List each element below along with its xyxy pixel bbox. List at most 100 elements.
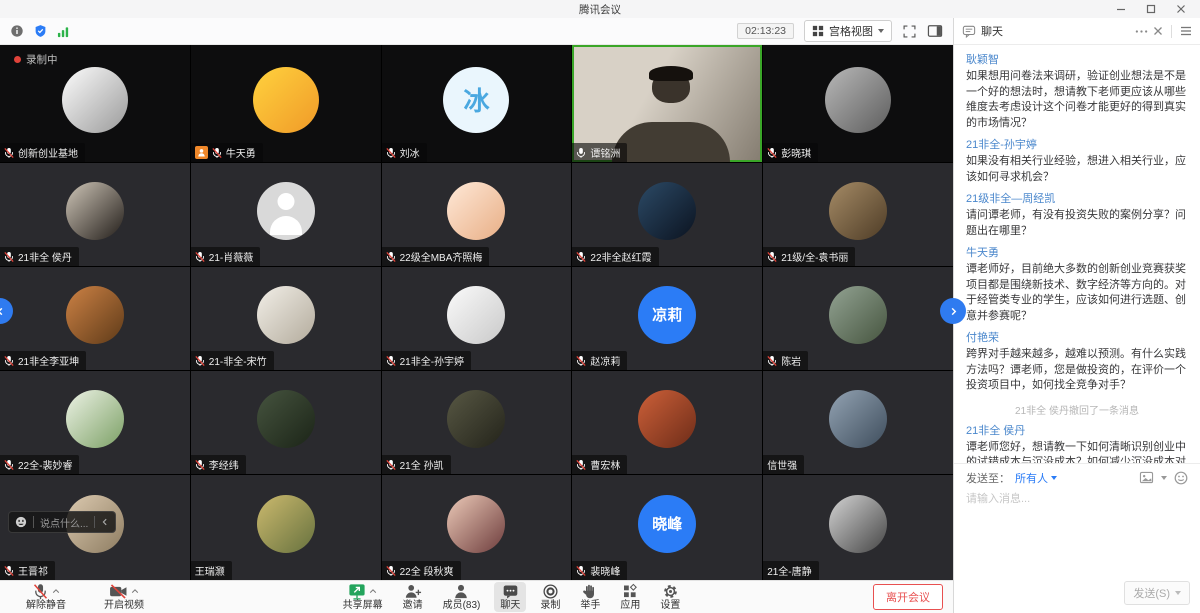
participant-tile[interactable]: 王瑞灏 (191, 475, 381, 580)
screenshot-icon[interactable] (1139, 471, 1154, 484)
participant-avatar (62, 67, 128, 133)
participant-tile[interactable]: 21级/全-袁书丽 (763, 163, 953, 266)
chat-message-input[interactable] (954, 491, 1200, 507)
participant-avatar (257, 390, 315, 448)
close-window-button[interactable] (1166, 0, 1196, 18)
invite-button[interactable]: 邀请 (397, 582, 429, 613)
participant-name: 创新创业基地 (18, 145, 78, 160)
mic-status-icon (576, 147, 586, 159)
participant-label: 22级全MBA齐照梅 (382, 247, 490, 266)
participant-avatar (447, 286, 505, 344)
meeting-timer: 02:13:23 (737, 23, 794, 39)
participant-tile[interactable]: 22全 段秋爽 (382, 475, 572, 580)
unmute-button[interactable]: 解除静音 (20, 582, 72, 613)
quick-chat-bubble[interactable]: 说点什么... (8, 511, 116, 533)
view-mode-button[interactable]: 宫格视图 (804, 20, 892, 42)
participant-tile[interactable]: 曹宏林 (572, 371, 762, 474)
chat-panel-header: 聊天 (954, 18, 1200, 45)
participant-tile[interactable]: 21全 孙凯 (382, 371, 572, 474)
participant-tile[interactable]: 22级全MBA齐照梅 (382, 163, 572, 266)
participant-label: 21非全-孙宇婷 (382, 351, 471, 370)
grid-view-icon (812, 25, 824, 37)
members-button[interactable]: 成员(83) (437, 582, 487, 613)
mic-status-icon (4, 355, 14, 367)
chat-button[interactable]: 聊天 (494, 582, 526, 613)
participant-tile[interactable]: 谭铭洲 (572, 45, 762, 162)
mic-status-icon (4, 459, 14, 471)
participant-tile[interactable]: 晓峰 裴晓峰 (572, 475, 762, 580)
meeting-info-icon[interactable] (10, 24, 24, 38)
collapse-chevron-icon[interactable] (101, 518, 109, 526)
participant-avatar (257, 286, 315, 344)
chat-close-icon[interactable] (1153, 26, 1163, 36)
chat-more-options-icon[interactable] (1135, 29, 1148, 34)
divider (33, 516, 34, 528)
participant-label: 21-非全-宋竹 (191, 351, 274, 370)
emoji-picker-icon[interactable] (1174, 471, 1188, 485)
participant-label: 22非全赵红霞 (572, 247, 658, 266)
participant-label: 王瑞灏 (191, 561, 232, 580)
participant-tile[interactable]: 21非全-孙宇婷 (382, 267, 572, 370)
participant-name: 王瑞灏 (195, 563, 225, 578)
chevron-up-icon[interactable] (131, 588, 139, 594)
send-to-selector[interactable]: 所有人 (1015, 470, 1057, 486)
participant-label: 创新创业基地 (0, 143, 85, 162)
sidebar-layout-icon[interactable] (927, 24, 943, 38)
mic-status-icon (767, 251, 777, 263)
mic-status-icon (386, 459, 396, 471)
participant-tile[interactable]: 21全-唐静 (763, 475, 953, 580)
participant-tile[interactable]: 22非全赵红霞 (572, 163, 762, 266)
participant-tile[interactable]: 21非全李亚坤 (0, 267, 190, 370)
fullscreen-icon[interactable] (902, 24, 917, 39)
participant-tile[interactable]: 李经纬 (191, 371, 381, 474)
mic-status-icon (386, 251, 396, 263)
participant-label: 陈岩 (763, 351, 808, 370)
participant-tile[interactable]: 陈岩 (763, 267, 953, 370)
participant-tile[interactable]: 冰 刘冰 (382, 45, 572, 162)
participant-tile[interactable]: 牛天勇 (191, 45, 381, 162)
settings-button[interactable]: 设置 (654, 582, 686, 613)
participant-tile[interactable]: 21-非全-宋竹 (191, 267, 381, 370)
chat-message-list[interactable]: 耿颖智 如果想用问卷法来调研，验证创业想法是不是一个好的想法时，想请教下老师更应… (954, 45, 1200, 463)
panel-menu-icon[interactable] (1180, 26, 1192, 36)
minimize-button[interactable] (1106, 0, 1136, 18)
mic-off-icon (32, 583, 49, 600)
participant-tile[interactable]: 22全-裴妙睿 (0, 371, 190, 474)
security-shield-icon[interactable] (34, 24, 47, 38)
participant-tile[interactable]: 凉莉 赵凉莉 (572, 267, 762, 370)
participant-tile[interactable]: 信世强 (763, 371, 953, 474)
network-signal-icon[interactable] (57, 25, 70, 38)
chevron-down-icon[interactable] (1161, 476, 1167, 480)
raise-hand-button[interactable]: 举手 (574, 582, 606, 613)
send-message-button[interactable]: 发送(S) (1124, 581, 1190, 605)
view-mode-label: 宫格视图 (829, 23, 873, 39)
recording-label: 录制中 (26, 52, 58, 67)
participant-avatar (829, 390, 887, 448)
participant-avatar (66, 390, 124, 448)
participant-name: 牛天勇 (226, 145, 256, 160)
record-button[interactable]: 录制 (534, 582, 566, 613)
meeting-window: 腾讯会议 (0, 0, 1200, 613)
mic-status-icon (195, 355, 205, 367)
invite-label: 邀请 (403, 600, 423, 612)
leave-meeting-button[interactable]: 离开会议 (873, 584, 943, 610)
maximize-button[interactable] (1136, 0, 1166, 18)
participant-label: 21非全 侯丹 (0, 247, 79, 266)
participant-tile[interactable]: 21-肖薇薇 (191, 163, 381, 266)
apps-button[interactable]: 应用 (614, 582, 646, 613)
chat-text: 谭老师好，目前绝大多数的创新创业竞赛获奖项目都是围绕新技术、数字经济等方向的。对… (966, 262, 1188, 324)
participant-name: 谭铭洲 (590, 145, 620, 160)
chevron-up-icon[interactable] (52, 588, 60, 594)
chat-label: 聊天 (500, 600, 520, 612)
start-video-button[interactable]: 开启视频 (98, 582, 150, 613)
share-screen-button[interactable]: 共享屏幕 (337, 582, 389, 613)
next-page-button[interactable] (940, 298, 966, 324)
chevron-up-icon[interactable] (369, 588, 377, 594)
recording-dot-icon (14, 56, 21, 63)
chat-sender: 牛天勇 (966, 246, 1188, 261)
participant-label: 21全 孙凯 (382, 455, 451, 474)
window-controls (1106, 0, 1196, 18)
chat-message: 牛天勇 谭老师好，目前绝大多数的创新创业竞赛获奖项目都是围绕新技术、数字经济等方… (966, 246, 1188, 324)
participant-tile[interactable]: 彭晓琪 (763, 45, 953, 162)
participant-tile[interactable]: 21非全 侯丹 (0, 163, 190, 266)
